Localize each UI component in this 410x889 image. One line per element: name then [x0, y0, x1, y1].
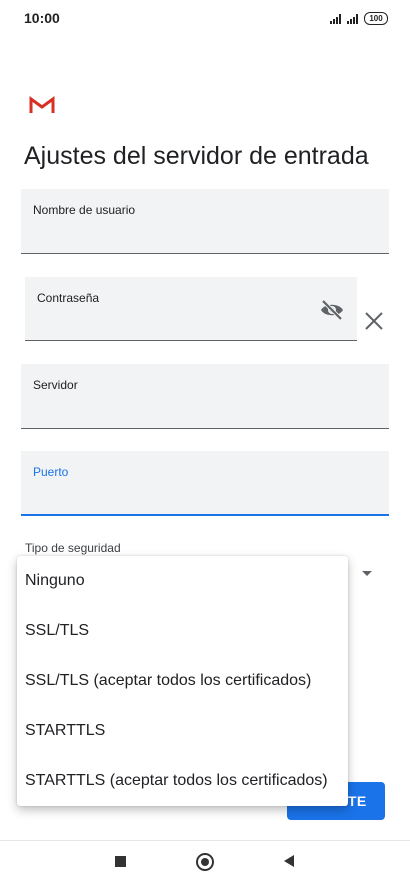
port-field[interactable]: Puerto: [21, 451, 389, 516]
server-label: Servidor: [33, 378, 78, 392]
back-icon[interactable]: [284, 855, 294, 867]
security-type-menu: Ninguno SSL/TLS SSL/TLS (aceptar todos l…: [17, 556, 348, 806]
port-label: Puerto: [33, 465, 69, 479]
status-icons: 100: [330, 12, 388, 25]
menu-item-starttls-accept-all[interactable]: STARTTLS (aceptar todos los certificados…: [17, 756, 348, 806]
status-time: 10:00: [24, 10, 60, 26]
dropdown-arrow-icon[interactable]: [362, 571, 372, 576]
home-icon[interactable]: [196, 853, 214, 871]
signal-icon: [347, 13, 358, 24]
menu-item-starttls[interactable]: STARTTLS: [17, 706, 348, 756]
menu-item-ninguno[interactable]: Ninguno: [17, 556, 348, 606]
gmail-logo-icon: [29, 96, 55, 113]
security-type-label: Tipo de seguridad: [25, 541, 121, 555]
password-label: Contraseña: [37, 291, 100, 305]
close-icon[interactable]: [363, 310, 385, 332]
visibility-off-icon[interactable]: [319, 299, 345, 321]
username-field[interactable]: Nombre de usuario: [21, 189, 389, 254]
menu-item-ssl-tls[interactable]: SSL/TLS: [17, 606, 348, 656]
menu-item-ssl-tls-accept-all[interactable]: SSL/TLS (aceptar todos los certificados): [17, 656, 348, 706]
server-field[interactable]: Servidor: [21, 364, 389, 429]
password-field[interactable]: Contraseña: [25, 277, 357, 341]
page-title: Ajustes del servidor de entrada: [24, 142, 369, 170]
battery-icon: 100: [364, 12, 388, 25]
recents-icon[interactable]: [115, 856, 126, 867]
signal-icon: [330, 13, 341, 24]
username-label: Nombre de usuario: [33, 203, 136, 217]
